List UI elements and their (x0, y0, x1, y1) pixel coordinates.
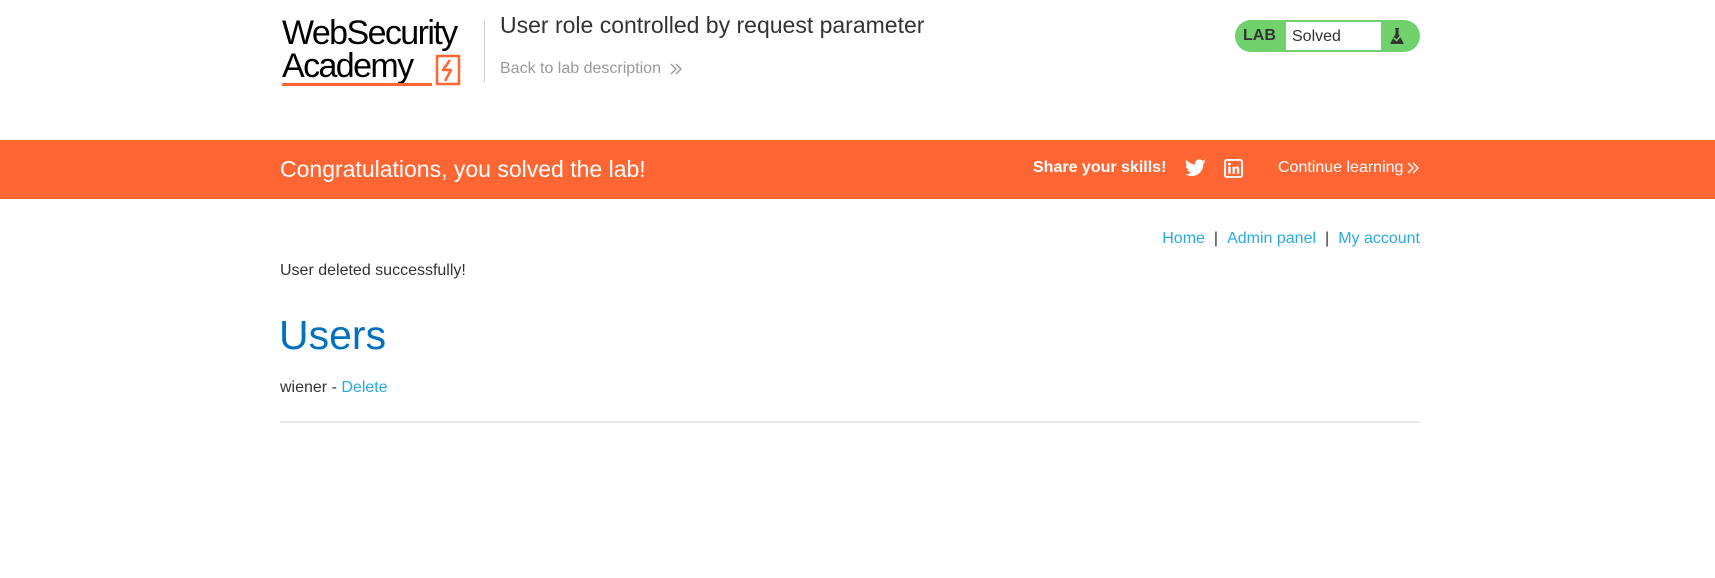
web-security-academy-logo[interactable]: WebSecurity Academy (282, 14, 482, 90)
header-divider (484, 20, 485, 82)
nav-admin-panel-link[interactable]: Admin panel (1227, 230, 1316, 247)
section-divider (280, 421, 1420, 423)
lab-status-value: Solved (1285, 21, 1382, 51)
back-to-lab-description-link[interactable]: Back to lab description (500, 60, 683, 78)
account-navigation: Home | Admin panel | My account (1162, 230, 1420, 248)
continue-learning-link[interactable]: Continue learning (1278, 159, 1420, 177)
nav-separator: | (1325, 230, 1330, 247)
solved-banner: Congratulations, you solved the lab! Sha… (0, 140, 1715, 199)
double-chevron-right-icon (670, 63, 682, 75)
share-skills-label: Share your skills! (1033, 159, 1167, 176)
user-list-item: wiener - Delete (280, 379, 388, 397)
logo-bolt-icon (435, 54, 461, 86)
lab-status-widget: LAB Solved (1235, 20, 1420, 52)
lab-title: User role controlled by request paramete… (500, 12, 925, 38)
page-header: WebSecurity Academy User role controlled… (0, 0, 1715, 140)
lab-badge: LAB (1243, 27, 1276, 44)
nav-my-account-link[interactable]: My account (1338, 230, 1420, 247)
flask-icon (1390, 28, 1404, 44)
nav-home-link[interactable]: Home (1162, 230, 1205, 247)
status-message: User deleted successfully! (280, 262, 466, 279)
linkedin-icon[interactable] (1224, 159, 1243, 178)
twitter-icon[interactable] (1185, 159, 1206, 177)
back-link-label: Back to lab description (500, 60, 661, 77)
delete-user-link[interactable]: Delete (341, 379, 387, 396)
continue-learning-label: Continue learning (1278, 159, 1404, 176)
user-separator: - (331, 379, 337, 396)
user-name: wiener (280, 379, 328, 396)
double-chevron-right-icon (1407, 162, 1420, 174)
congratulations-message: Congratulations, you solved the lab! (280, 156, 646, 182)
nav-separator: | (1213, 230, 1219, 247)
logo-line-2: Academy (282, 47, 414, 85)
users-heading: Users (279, 312, 387, 358)
logo-underline (282, 83, 432, 86)
